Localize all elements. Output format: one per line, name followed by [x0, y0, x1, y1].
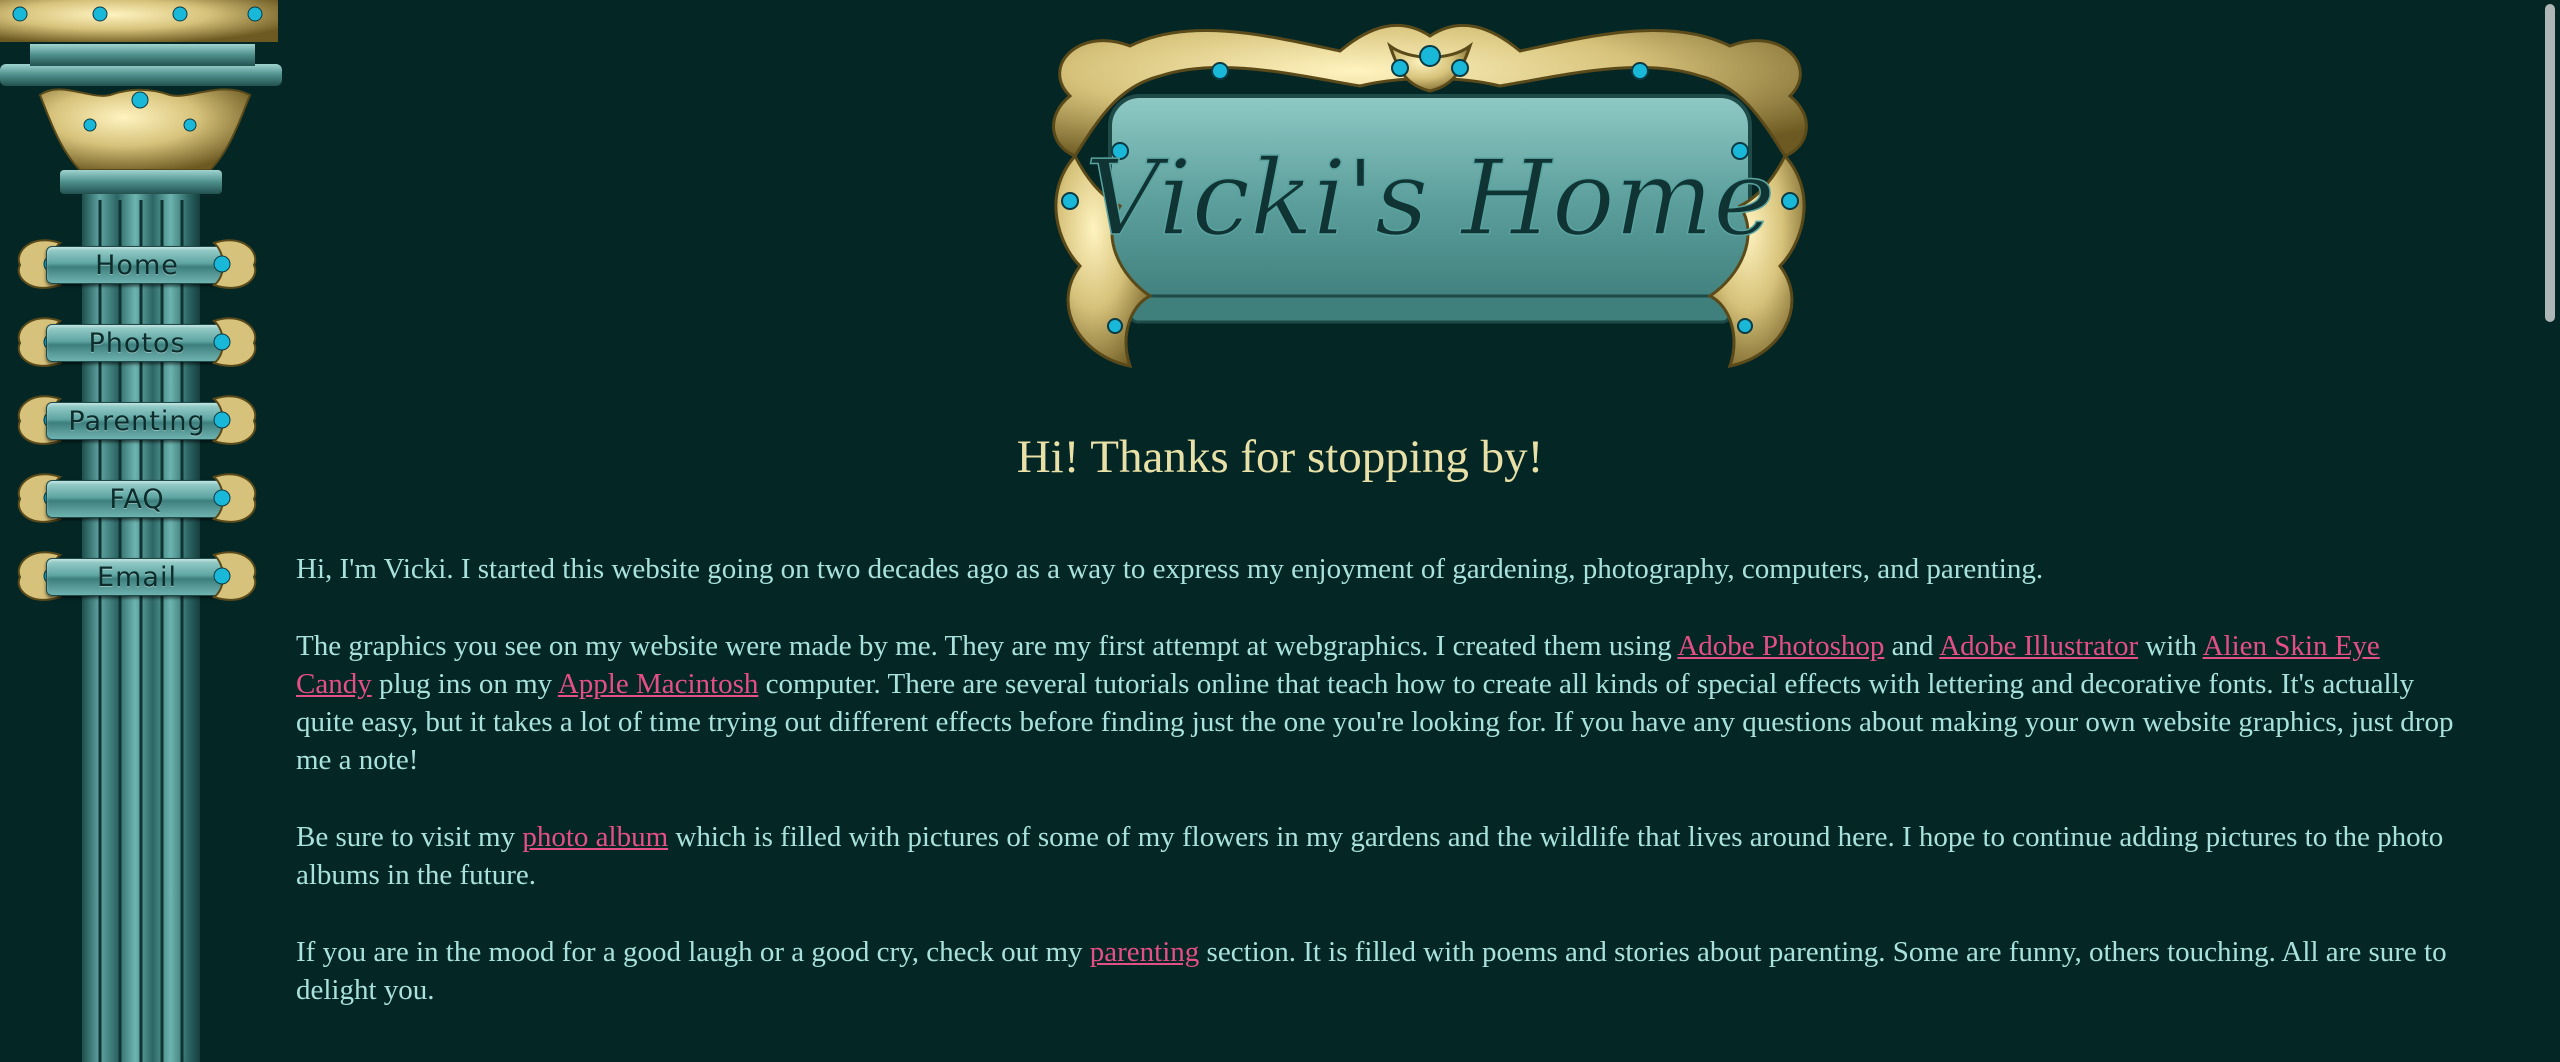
nav-label-photos: Photos [46, 324, 228, 362]
photo-album-paragraph: Be sure to visit my photo album which is… [296, 818, 2456, 894]
site-banner: Vicki's Home [1040, 6, 1820, 386]
graphics-paragraph: The graphics you see on my website were … [296, 627, 2456, 779]
adobe-photoshop-link[interactable]: Adobe Photoshop [1677, 630, 1884, 662]
paragraph-text: plug ins on my [371, 668, 558, 700]
adobe-illustrator-link[interactable]: Adobe Illustrator [1939, 630, 2138, 662]
decorative-pillar: Home Photos Parenting FAQ Email [0, 0, 290, 1062]
paragraph-text: with [2138, 630, 2203, 662]
nav-home[interactable]: Home [10, 233, 264, 295]
apple-macintosh-link[interactable]: Apple Macintosh [558, 668, 759, 700]
ornament-icon [211, 317, 257, 367]
paragraph-text: If you are in the mood for a good laugh … [296, 936, 1090, 968]
nav-label-email: Email [46, 558, 228, 596]
parenting-paragraph: If you are in the mood for a good laugh … [296, 933, 2456, 1009]
paragraph-text: Be sure to visit my [296, 821, 523, 853]
paragraph-text: The graphics you see on my website were … [296, 630, 1678, 662]
nav-label-home: Home [46, 246, 228, 284]
main-content: Hi, I'm Vicki. I started this website go… [296, 550, 2456, 1048]
scrollbar-thumb[interactable] [2545, 4, 2555, 322]
nav-label-faq: FAQ [46, 480, 228, 518]
paragraph-text: and [1884, 630, 1940, 662]
nav-email[interactable]: Email [10, 545, 264, 607]
ornament-icon [211, 239, 257, 289]
parenting-link[interactable]: parenting [1090, 936, 1200, 968]
intro-paragraph: Hi, I'm Vicki. I started this website go… [296, 553, 2044, 585]
banner-title: Vicki's Home [1085, 137, 1775, 259]
vertical-scrollbar[interactable] [2540, 0, 2560, 1062]
nav-photos[interactable]: Photos [10, 311, 264, 373]
ornament-icon [211, 551, 257, 601]
page-heading: Hi! Thanks for stopping by! [1016, 431, 1544, 483]
photo-album-link[interactable]: photo album [522, 821, 668, 853]
